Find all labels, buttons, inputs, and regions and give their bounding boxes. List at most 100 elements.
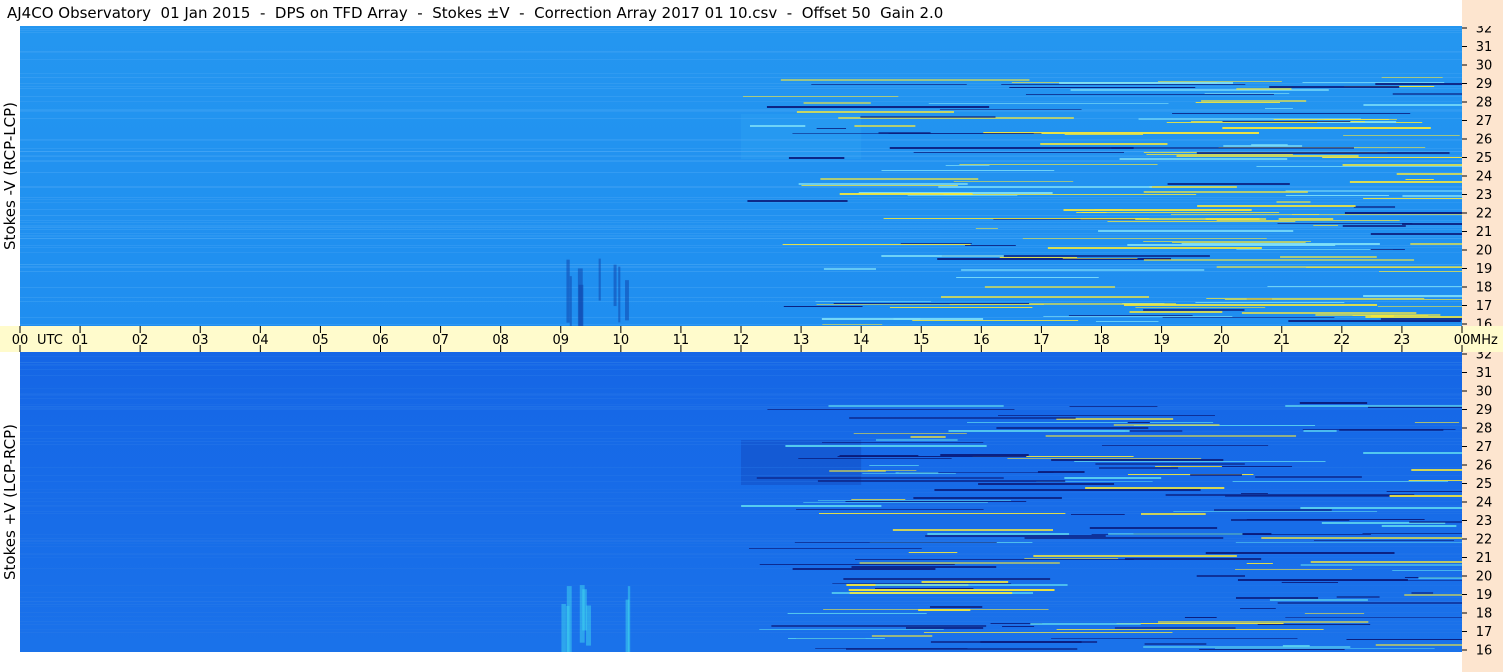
heatmap-streak [759,629,944,630]
heatmap-streak [1129,311,1223,313]
heatmap-streak [975,228,998,229]
heatmap-streak [1342,225,1406,227]
freq-tick-label: 23 [1476,514,1493,529]
time-tick-label: 10 [613,333,630,348]
heatmap-streak [1165,494,1415,496]
heatmap-streak [1343,135,1460,136]
heatmap-streak [875,439,958,441]
heatmap-streak [1411,469,1462,471]
heatmap-streak [1346,639,1462,640]
heatmap-streak [783,306,863,307]
bottom-panel-label-column: Stokes +V (LCP-RCP) [0,352,20,652]
frequency-axis-top: 32 31 30 29 28 27 26 25 24 23 22 21 20 19 18 17 16 [1462,26,1503,326]
heatmap-band [20,30,1462,31]
heatmap-streak [889,147,1134,149]
heatmap-streak [889,307,1033,308]
heatmap-band [20,612,1462,613]
heatmap-band [20,498,1462,499]
time-tick-label: 03 [192,333,209,348]
heatmap-band [20,540,1462,541]
time-tick-label: 16 [973,333,990,348]
heatmap-streak [1362,533,1462,534]
heatmap-band [20,222,1462,223]
heatmap-streak [1176,155,1359,157]
heatmap-streak [855,559,1134,560]
heatmap-streak [1051,459,1224,461]
heatmap-streak [1299,402,1368,404]
heatmap-streak [816,128,847,129]
heatmap-streak [1300,564,1462,566]
heatmap-streak [1363,198,1462,199]
heatmap-block [741,114,862,159]
heatmap-burst [618,266,621,323]
freq-tick-label: 18 [1476,281,1493,296]
heatmap-streak [905,627,984,629]
heatmap-streak [756,477,1004,479]
freq-tick-label: 22 [1476,533,1493,548]
heatmap-streak [869,465,919,466]
heatmap-streak [815,301,932,302]
freq-tick-label: 20 [1476,244,1493,259]
heatmap-streak [961,269,1205,271]
freq-tick-label: 32 [1476,26,1493,37]
heatmap-streak [910,436,946,438]
heatmap-streak [828,405,1004,407]
heatmap-streak [848,589,1055,591]
heatmap-streak [874,588,974,589]
top-panel-label: Stokes -V (RCP-LCP) [1,102,19,250]
heatmap-band [20,568,1462,569]
heatmap-band [20,186,1462,187]
heatmap-streak [1033,555,1237,557]
heatmap-streak [747,200,848,202]
heatmap-streak [1288,320,1461,322]
heatmap-streak [1101,445,1269,446]
spectrogram-canvas [20,352,1462,652]
frequency-axis-svg: 32 31 30 29 28 27 26 25 24 23 22 21 20 19 18 17 16 [1462,352,1493,659]
heatmap-burst [569,276,572,326]
heatmap-streak [782,244,971,245]
heatmap-streak [929,606,983,608]
time-tick-label: 12 [733,333,750,348]
heatmap-streak [892,529,1054,531]
heatmap-streak [984,286,1116,288]
heatmap-streak [1404,594,1462,596]
heatmap-streak [1386,491,1462,492]
heatmap-streak [1315,314,1441,316]
heatmap-streak [1300,507,1462,509]
heatmap-streak [1196,575,1246,577]
heatmap-band [20,227,1462,228]
heatmap-streak [849,592,1013,594]
heatmap-band [20,395,1462,396]
time-tick-label: 21 [1273,333,1290,348]
heatmap-streak [867,470,917,471]
heatmap-streak [1269,86,1400,88]
heatmap-band [20,398,1462,399]
heatmap-streak [741,505,882,507]
heatmap-band [20,541,1462,542]
heatmap-streak [1124,304,1378,306]
freq-tick-label: 28 [1476,96,1493,111]
heatmap-band [20,264,1462,265]
heatmap-streak [851,499,906,500]
heatmap-streak [767,409,1015,410]
heatmap-band [20,140,1462,141]
heatmap-band [20,501,1462,502]
heatmap-streak [1007,458,1202,459]
heatmap-streak [1197,205,1356,207]
heatmap-band [20,393,1462,394]
heatmap-band [20,407,1462,408]
time-tick-label: 06 [372,333,389,348]
heatmap-streak [1140,513,1206,515]
heatmap-streak [792,133,1042,134]
freq-tick-label: 30 [1476,385,1493,400]
heatmap-band [20,83,1462,84]
heatmap-band [20,492,1462,493]
heatmap-streak [1303,430,1337,432]
heatmap-streak [1232,481,1448,482]
heatmap-streak [1273,119,1389,120]
heatmap-band [20,77,1462,78]
heatmap-band [20,59,1462,60]
heatmap-streak [1074,461,1326,462]
heatmap-streak [895,472,939,474]
heatmap-streak [1402,195,1462,197]
